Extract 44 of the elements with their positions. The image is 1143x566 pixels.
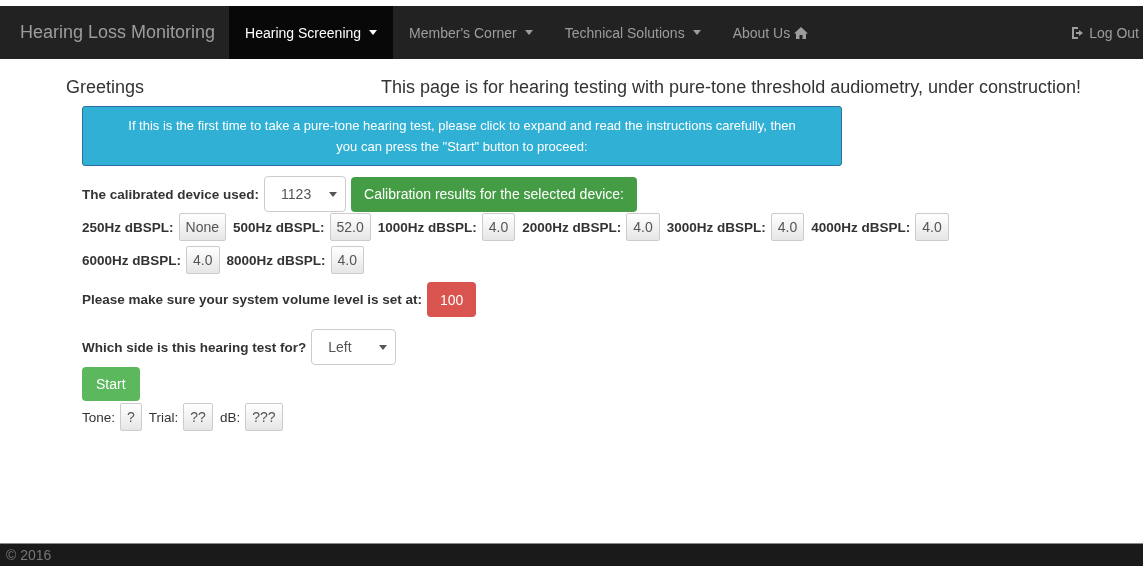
frequency-label: 3000Hz dBSPL: (666, 219, 766, 235)
notice-text: This page is for hearing testing with pure-tone threshold audiometry, under construction! (380, 77, 1081, 98)
side-select[interactable]: Left (311, 329, 397, 365)
caret-icon (329, 191, 338, 197)
device-select[interactable]: 1123 (264, 176, 347, 212)
calibration-results-button[interactable]: Calibration results for the selected device: (351, 176, 637, 212)
nav-item[interactable]: About Us (716, 6, 825, 59)
frequency-label: 6000Hz dBSPL: (82, 252, 182, 268)
frequency-label: 1000Hz dBSPL: (377, 219, 477, 235)
status-label: Trial: (148, 409, 179, 425)
nav-item[interactable]: Hearing Screening (229, 6, 394, 59)
volume-value[interactable]: 100 (426, 282, 477, 317)
frequency-label: 4000Hz dBSPL: (811, 219, 911, 235)
caret-icon (524, 30, 533, 35)
greeting-text: Greetings (66, 77, 145, 98)
status-value: ?? (183, 403, 213, 431)
calibration-value: None (178, 213, 226, 241)
calibration-value: 4.0 (481, 213, 516, 241)
frequency-label: 8000Hz dBSPL: (226, 252, 326, 268)
volume-label: Please make sure your system volume level is set at: (82, 292, 422, 307)
copyright-text: © 2016 (6, 547, 52, 563)
calibration-value: 4.0 (330, 246, 364, 274)
frequency-label: 2000Hz dBSPL: (522, 219, 622, 235)
device-label: The calibrated device used: (82, 186, 260, 202)
calibration-value: 4.0 (770, 213, 805, 241)
side-label: Which side is this hearing test for? (82, 339, 307, 355)
calibration-value: 52.0 (329, 213, 371, 241)
brand-link[interactable]: Hearing Loss Monitoring (6, 6, 230, 59)
caret-icon (692, 30, 701, 35)
nav-item[interactable]: Technical Solutions (548, 6, 717, 59)
status-label: Tone: (82, 409, 116, 425)
home-icon (794, 25, 809, 40)
logout-link[interactable]: Log Out (1055, 6, 1143, 59)
status-value: ? (120, 403, 142, 431)
calibration-value: 4.0 (915, 213, 949, 241)
calibration-value: 4.0 (626, 213, 660, 241)
caret-icon (379, 344, 388, 350)
calibration-value: 4.0 (186, 246, 220, 274)
frequency-label: 500Hz dBSPL: (233, 219, 325, 235)
nav-item[interactable]: Member's Corner (393, 6, 549, 59)
status-label: dB: (219, 409, 241, 425)
caret-icon (369, 30, 378, 35)
frequency-label: 250Hz dBSPL: (82, 219, 174, 235)
status-value: ??? (245, 403, 283, 431)
